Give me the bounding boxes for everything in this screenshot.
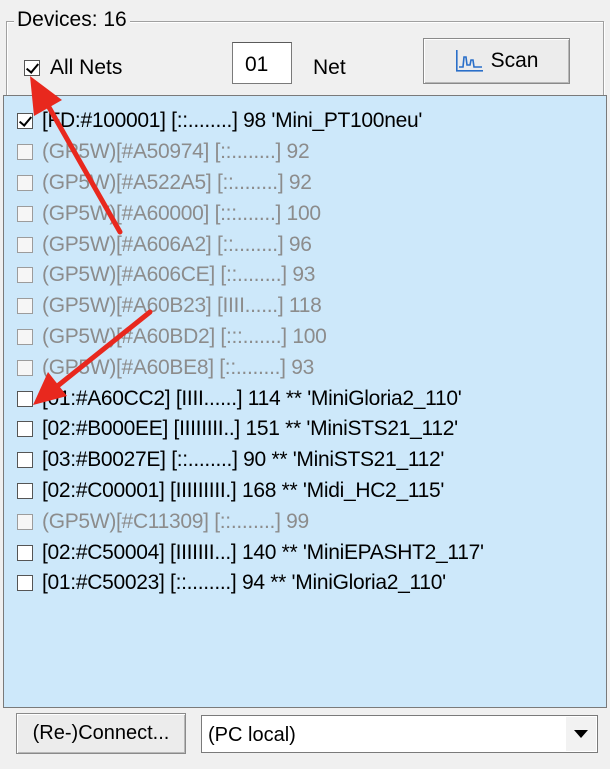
bottom-bar: (Re-)Connect... (PC local) [0,708,610,769]
device-checkbox[interactable] [17,205,33,222]
device-label: (GP5W)[#A606A2] [::........] 96 [42,232,312,256]
device-row[interactable]: [01:#A60CC2] [IIII......] 114 ** 'MiniGl… [17,383,606,414]
device-checkbox[interactable] [17,113,33,130]
all-nets-label: All Nets [50,56,123,79]
device-row[interactable]: [02:#C00001] [IIIIIIIII.] 168 ** 'Midi_H… [17,476,606,507]
device-label: (GP5W)[#A60BD2] [:::.......] 100 [42,324,327,348]
scan-label: Scan [490,49,539,72]
device-label: [01:#A60CC2] [IIII......] 114 ** 'MiniGl… [42,386,462,410]
device-row[interactable]: (GP5W)[#C11309] [::........] 99 [17,506,606,537]
device-row[interactable]: (GP5W)[#A60000] [:::.......] 100 [17,198,606,229]
device-checkbox[interactable] [17,236,33,253]
device-label: [02:#C50004] [IIIIIII...] 140 ** 'MiniEP… [42,540,484,564]
devices-count-title: Devices: 16 [14,7,130,33]
device-listbox[interactable]: [FD:#100001] [::........] 98 'Mini_PT100… [3,95,607,708]
device-label: [02:#B000EE] [IIIIIIII..] 151 ** 'MiniST… [42,417,458,441]
device-checkbox[interactable] [17,174,33,191]
reconnect-button[interactable]: (Re-)Connect... [16,713,186,754]
device-row[interactable]: (GP5W)[#A60BD2] [:::.......] 100 [17,322,606,353]
device-checkbox[interactable] [17,390,33,407]
device-row[interactable]: (GP5W)[#A60B23] [IIII......] 118 [17,291,606,322]
device-label: (GP5W)[#A60000] [:::.......] 100 [42,201,321,225]
device-label: (GP5W)[#A50974] [::........] 92 [42,140,310,164]
device-label: (GP5W)[#A60B23] [IIII......] 118 [42,294,322,318]
all-nets-toggle[interactable]: All Nets [24,56,122,80]
device-label: (GP5W)[#C11309] [::........] 99 [42,509,309,533]
device-checkbox[interactable] [17,144,33,161]
device-row[interactable]: (GP5W)[#A50974] [::........] 92 [17,137,606,168]
device-label: (GP5W)[#A522A5] [::........] 92 [42,170,312,194]
device-label: [FD:#100001] [::........] 98 'Mini_PT100… [42,109,423,133]
connection-combobox[interactable]: (PC local) [201,715,598,753]
device-checkbox[interactable] [17,298,33,315]
net-label: Net [313,56,346,79]
device-checkbox[interactable] [17,359,33,376]
device-label: (GP5W)[#A606CE] [::........] 93 [42,263,316,287]
device-checkbox[interactable] [17,452,33,469]
device-label: [02:#C00001] [IIIIIIIII.] 168 ** 'Midi_H… [42,478,445,502]
device-row[interactable]: (GP5W)[#A60BE8] [::........] 93 [17,352,606,383]
device-row[interactable]: (GP5W)[#A606A2] [::........] 96 [17,229,606,260]
device-row[interactable]: (GP5W)[#A606CE] [::........] 93 [17,260,606,291]
device-row[interactable]: [FD:#100001] [::........] 98 'Mini_PT100… [17,106,606,137]
device-row[interactable]: [02:#C50004] [IIIIIII...] 140 ** 'MiniEP… [17,537,606,568]
connection-value: (PC local) [208,724,296,746]
chart-icon [455,50,483,72]
device-checkbox[interactable] [17,513,33,530]
dropdown-arrow-button[interactable] [566,717,596,751]
scan-button[interactable]: Scan [423,38,570,84]
device-row[interactable]: (GP5W)[#A522A5] [::........] 92 [17,168,606,199]
device-checkbox[interactable] [17,267,33,284]
chevron-down-icon [574,730,588,738]
device-row[interactable]: [01:#C50023] [::........] 94 ** 'MiniGlo… [17,568,606,599]
all-nets-checkbox[interactable] [24,60,40,76]
net-number-input[interactable] [232,42,292,84]
device-label: [01:#C50023] [::........] 94 ** 'MiniGlo… [42,571,446,595]
device-checkbox[interactable] [17,421,33,438]
device-checkbox[interactable] [17,575,33,592]
device-label: [03:#B0027E] [::........] 90 ** 'MiniSTS… [42,448,445,472]
device-label: (GP5W)[#A60BE8] [::........] 93 [42,355,314,379]
device-list: [FD:#100001] [::........] 98 'Mini_PT100… [4,96,606,599]
device-row[interactable]: [02:#B000EE] [IIIIIIII..] 151 ** 'MiniST… [17,414,606,445]
device-checkbox[interactable] [17,482,33,499]
device-checkbox[interactable] [17,328,33,345]
device-row[interactable]: [03:#B0027E] [::........] 90 ** 'MiniSTS… [17,445,606,476]
device-checkbox[interactable] [17,544,33,561]
